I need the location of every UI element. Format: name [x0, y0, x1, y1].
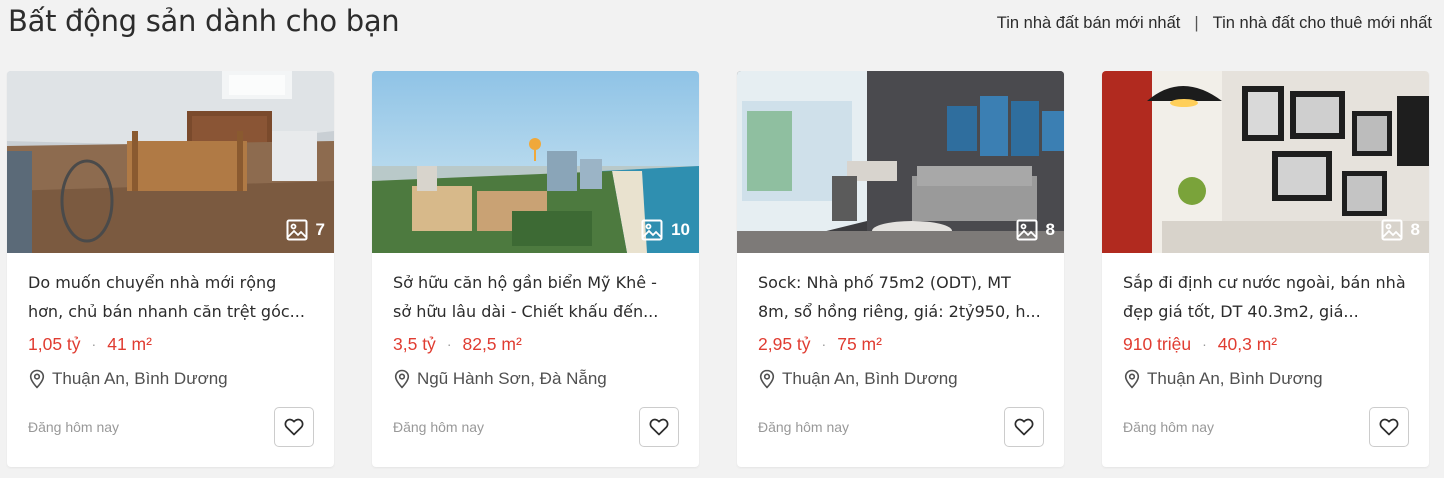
photo-count-value: 8: [1410, 220, 1420, 239]
listing-price: 1,05 tỷ: [28, 333, 81, 354]
listing-card[interactable]: 8 Sắp đi định cư nước ngoài, bán nhà đẹp…: [1102, 71, 1429, 467]
link-sale-listings[interactable]: Tin nhà đất bán mới nhất: [997, 14, 1181, 33]
heart-icon: [649, 418, 669, 436]
image-icon: [641, 219, 663, 241]
listing-location: Ngũ Hành Sơn, Đà Nẵng: [393, 361, 678, 397]
listing-location: Thuận An, Bình Dương: [758, 361, 1043, 397]
location-label: Thuận An, Bình Dương: [782, 369, 958, 388]
posted-time: Đăng hôm nay: [1123, 419, 1215, 435]
listing-area: 40,3 m²: [1217, 333, 1278, 354]
dot-separator: ·: [1202, 336, 1207, 352]
listing-area: 82,5 m²: [462, 333, 522, 354]
location-label: Thuận An, Bình Dương: [1147, 369, 1323, 388]
listing-location: Thuận An, Bình Dương: [28, 361, 313, 397]
posted-time: Đăng hôm nay: [393, 419, 485, 435]
listing-title[interactable]: Do muốn chuyển nhà mới rộng hơn, chủ bán…: [28, 268, 313, 326]
photo-count: 8: [1381, 219, 1420, 241]
location-label: Ngũ Hành Sơn, Đà Nẵng: [417, 369, 607, 388]
favorite-button[interactable]: [1004, 407, 1044, 447]
listing-title[interactable]: Sắp đi định cư nước ngoài, bán nhà đẹp g…: [1123, 268, 1408, 326]
listing-price: 3,5 tỷ: [393, 333, 436, 354]
location-pin-icon: [759, 369, 775, 389]
listing-price: 2,95 tỷ: [758, 333, 811, 354]
listing-image[interactable]: 8: [737, 71, 1064, 253]
dot-separator: ·: [821, 336, 827, 352]
section-title: Bất động sản dành cho bạn: [8, 4, 400, 38]
photo-count: 10: [641, 219, 690, 241]
image-icon: [286, 219, 308, 241]
location-pin-icon: [29, 369, 45, 389]
listing-image[interactable]: 7: [7, 71, 334, 253]
dot-separator: ·: [446, 336, 452, 352]
photo-count-value: 10: [671, 220, 690, 239]
price-area: 3,5 tỷ · 82,5 m²: [393, 327, 678, 361]
link-separator: |: [1194, 14, 1199, 32]
posted-time: Đăng hôm nay: [28, 419, 120, 435]
image-icon: [1016, 219, 1038, 241]
favorite-button[interactable]: [639, 407, 679, 447]
photo-count-value: 7: [315, 220, 325, 239]
listing-image[interactable]: 10: [372, 71, 699, 253]
location-label: Thuận An, Bình Dương: [52, 369, 228, 388]
listing-card[interactable]: 10 Sở hữu căn hộ gần biển Mỹ Khê - sở hữ…: [372, 71, 699, 467]
section-links: Tin nhà đất bán mới nhất | Tin nhà đất c…: [997, 14, 1432, 33]
heart-icon: [1379, 418, 1399, 436]
heart-icon: [284, 418, 304, 436]
listing-card[interactable]: 8 Sock: Nhà phố 75m2 (ODT), MT 8m, sổ hồ…: [737, 71, 1064, 467]
photo-count-value: 8: [1045, 220, 1055, 239]
favorite-button[interactable]: [1369, 407, 1409, 447]
listing-area: 75 m²: [837, 333, 882, 354]
listing-area: 41 m²: [107, 333, 152, 354]
price-area: 1,05 tỷ · 41 m²: [28, 327, 313, 361]
price-area: 2,95 tỷ · 75 m²: [758, 327, 1043, 361]
listing-card[interactable]: 7 Do muốn chuyển nhà mới rộng hơn, chủ b…: [7, 71, 334, 467]
favorite-button[interactable]: [274, 407, 314, 447]
listing-title[interactable]: Sock: Nhà phố 75m2 (ODT), MT 8m, sổ hồng…: [758, 268, 1043, 326]
image-icon: [1381, 219, 1403, 241]
link-rent-listings[interactable]: Tin nhà đất cho thuê mới nhất: [1213, 14, 1432, 33]
posted-time: Đăng hôm nay: [758, 419, 850, 435]
location-pin-icon: [1124, 369, 1140, 389]
listing-title[interactable]: Sở hữu căn hộ gần biển Mỹ Khê - sở hữu l…: [393, 268, 678, 326]
listing-location: Thuận An, Bình Dương: [1123, 361, 1408, 397]
listing-image[interactable]: 8: [1102, 71, 1429, 253]
listing-price: 910 triệu: [1123, 333, 1192, 354]
dot-separator: ·: [91, 336, 97, 352]
heart-icon: [1014, 418, 1034, 436]
photo-count: 7: [286, 219, 325, 241]
location-pin-icon: [394, 369, 410, 389]
photo-count: 8: [1016, 219, 1055, 241]
price-area: 910 triệu · 40,3 m²: [1123, 327, 1408, 361]
